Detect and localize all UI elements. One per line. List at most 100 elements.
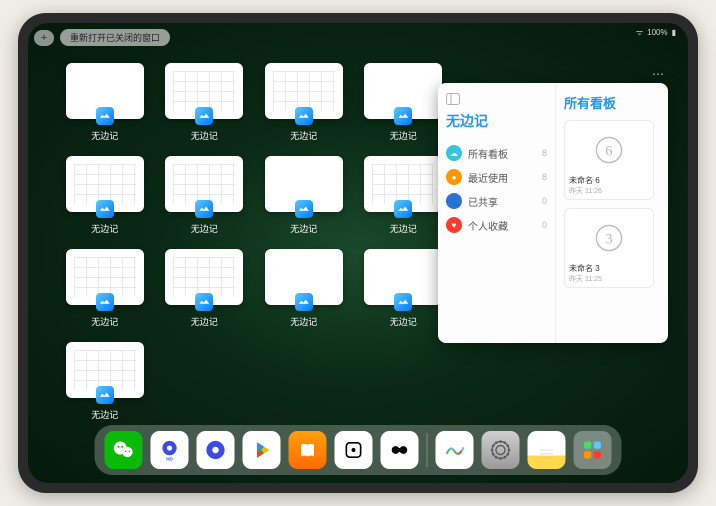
category-icon: ● <box>446 169 462 185</box>
window-thumbnail <box>364 249 442 305</box>
freeform-app-icon <box>394 293 412 311</box>
dock-dice-icon[interactable] <box>335 431 373 469</box>
app-window-tile[interactable]: 无边记 <box>164 249 246 328</box>
window-thumbnail <box>66 342 144 398</box>
window-thumbnail <box>265 249 343 305</box>
window-label: 无边记 <box>390 222 417 235</box>
sidebar-item-count: 8 <box>542 148 547 158</box>
sidebar-item[interactable]: ● 最近使用 8 <box>446 165 547 189</box>
topbar: + 重新打开已关闭的窗口 <box>34 29 170 46</box>
window-label: 无边记 <box>290 315 317 328</box>
freeform-app-icon <box>295 200 313 218</box>
app-window-tile[interactable]: 无边记 <box>263 249 345 328</box>
panel-boards: 所有看板 6 未命名 6 昨天 11:26 3 未命名 3 昨天 11:25 <box>556 83 668 343</box>
reopen-closed-window-button[interactable]: 重新打开已关闭的窗口 <box>60 29 170 46</box>
sidebar-item-count: 0 <box>542 220 547 230</box>
freeform-app-icon <box>96 386 114 404</box>
panel-right-title: 所有看板 <box>564 93 660 112</box>
window-label: 无边记 <box>390 315 417 328</box>
window-thumbnail <box>66 249 144 305</box>
window-thumbnail <box>265 156 343 212</box>
board-meta: 昨天 11:26 <box>569 186 649 196</box>
app-window-tile[interactable]: 无边记 <box>363 249 445 328</box>
window-label: 无边记 <box>191 129 218 142</box>
svg-text:3: 3 <box>605 231 612 247</box>
dock-freeform-icon[interactable] <box>436 431 474 469</box>
window-thumbnail <box>165 63 243 119</box>
svg-text:HD: HD <box>166 456 173 461</box>
dock-separator <box>427 433 428 467</box>
app-window-tile[interactable]: 无边记 <box>64 249 146 328</box>
battery-percent: 100% <box>647 28 667 37</box>
freeform-app-icon <box>96 293 114 311</box>
sidebar-item[interactable]: ♥ 个人收藏 0 <box>446 213 547 237</box>
wifi-icon: ᯤ <box>636 27 643 38</box>
freeform-app-icon <box>195 293 213 311</box>
category-icon: ♥ <box>446 217 462 233</box>
app-window-tile[interactable]: 无边记 <box>64 342 146 421</box>
sidebar-item-label: 所有看板 <box>468 146 542 161</box>
sidebar-item-label: 最近使用 <box>468 170 542 185</box>
window-thumbnail <box>165 156 243 212</box>
status-bar: ᯤ 100% ▮ <box>636 27 676 38</box>
sidebar-toggle-icon[interactable] <box>446 93 547 105</box>
new-window-button[interactable]: + <box>34 30 54 46</box>
app-window-tile[interactable]: 无边记 <box>164 63 246 142</box>
window-label: 无边记 <box>290 129 317 142</box>
battery-icon: ▮ <box>672 28 676 37</box>
dock-play-store-icon[interactable] <box>243 431 281 469</box>
freeform-app-icon <box>394 200 412 218</box>
board-meta: 昨天 11:25 <box>569 274 649 284</box>
freeform-app-icon <box>394 107 412 125</box>
sidebar-item[interactable]: ☁ 所有看板 8 <box>446 141 547 165</box>
window-label: 无边记 <box>290 222 317 235</box>
app-window-tile[interactable]: 无边记 <box>363 63 445 142</box>
panel-left-title: 无边记 <box>446 111 547 131</box>
window-thumbnail <box>364 156 442 212</box>
sidebar-item-count: 8 <box>542 172 547 182</box>
sidebar-item-count: 0 <box>542 196 547 206</box>
freeform-app-icon <box>295 293 313 311</box>
dock-notes-icon[interactable] <box>528 431 566 469</box>
window-label: 无边记 <box>91 129 118 142</box>
sidebar-item[interactable]: 👤 已共享 0 <box>446 189 547 213</box>
app-window-tile[interactable]: 无边记 <box>164 156 246 235</box>
category-icon: ☁ <box>446 145 462 161</box>
dock-quark-icon[interactable] <box>197 431 235 469</box>
dock: HD <box>95 425 622 475</box>
window-label: 无边记 <box>91 315 118 328</box>
dock-meitu-icon[interactable] <box>381 431 419 469</box>
freeform-app-icon <box>295 107 313 125</box>
board-tile[interactable]: 6 未命名 6 昨天 11:26 <box>564 120 654 200</box>
app-window-tile[interactable]: 无边记 <box>363 156 445 235</box>
board-thumb: 3 <box>569 215 649 261</box>
app-window-tile[interactable]: 无边记 <box>64 63 146 142</box>
dock-app-library-icon[interactable] <box>574 431 612 469</box>
window-label: 无边记 <box>91 408 118 421</box>
window-label: 无边记 <box>191 222 218 235</box>
app-window-tile[interactable]: 无边记 <box>263 156 345 235</box>
sidebar-item-label: 已共享 <box>468 194 542 209</box>
plus-icon: + <box>41 32 47 44</box>
dock-quark-hd-icon[interactable]: HD <box>151 431 189 469</box>
board-name: 未命名 3 <box>569 263 649 274</box>
sidebar-item-label: 个人收藏 <box>468 218 542 233</box>
ipad-frame: ᯤ 100% ▮ + 重新打开已关闭的窗口 无边记无边记无边记无边记无边记无边记… <box>18 13 698 493</box>
window-label: 无边记 <box>91 222 118 235</box>
freeform-app-icon <box>96 107 114 125</box>
panel-sidebar: 无边记 ☁ 所有看板 8● 最近使用 8👤 已共享 0♥ 个人收藏 0 <box>438 83 556 343</box>
board-tile[interactable]: 3 未命名 3 昨天 11:25 <box>564 208 654 288</box>
window-thumbnail <box>265 63 343 119</box>
dock-wechat-icon[interactable] <box>105 431 143 469</box>
app-window-tile[interactable]: 无边记 <box>263 63 345 142</box>
window-label: 无边记 <box>390 129 417 142</box>
board-name: 未命名 6 <box>569 175 649 186</box>
app-window-tile[interactable]: 无边记 <box>64 156 146 235</box>
screen: ᯤ 100% ▮ + 重新打开已关闭的窗口 无边记无边记无边记无边记无边记无边记… <box>28 23 688 483</box>
freeform-panel: ⋯ 无边记 ☁ 所有看板 8● 最近使用 8👤 已共享 0♥ 个人收藏 0 所有… <box>438 83 668 343</box>
app-switcher-grid: 无边记无边记无边记无边记无边记无边记无边记无边记无边记无边记无边记无边记无边记 <box>64 63 444 421</box>
dock-books-icon[interactable] <box>289 431 327 469</box>
window-label: 无边记 <box>191 315 218 328</box>
dock-settings-icon[interactable] <box>482 431 520 469</box>
more-icon[interactable]: ⋯ <box>652 67 664 81</box>
